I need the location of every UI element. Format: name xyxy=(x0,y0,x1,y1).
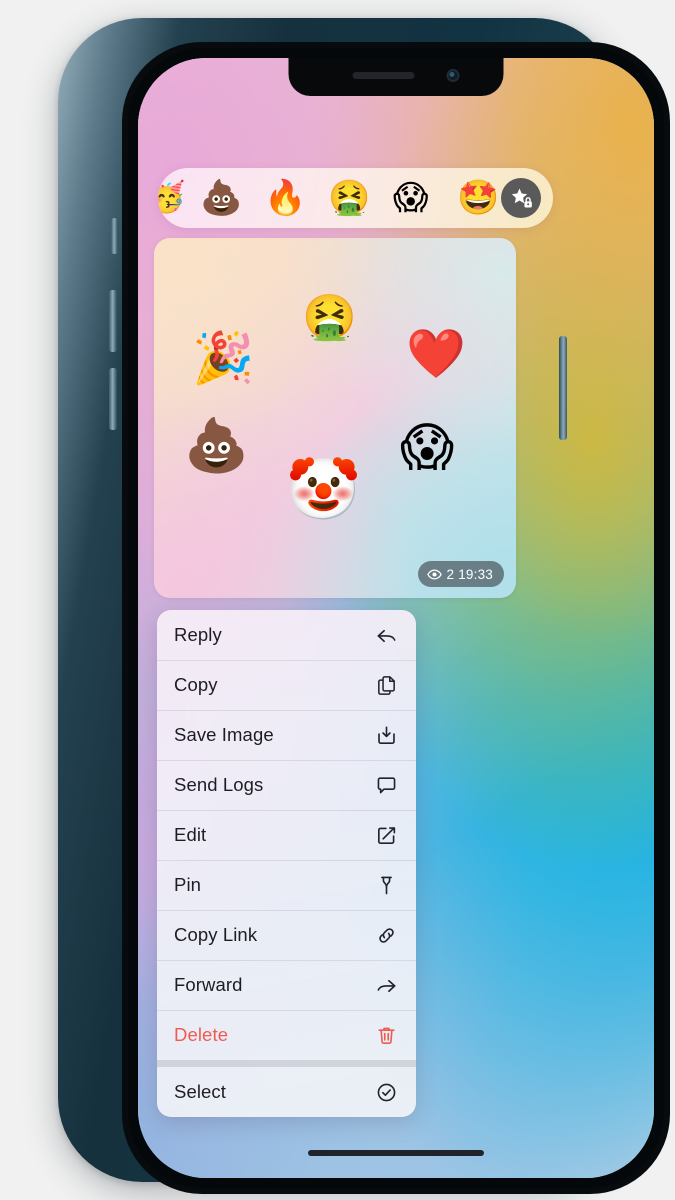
menu-item-label: Copy Link xyxy=(174,924,258,945)
menu-item-label: Send Logs xyxy=(174,774,264,795)
sticker-clown-face[interactable]: 🤡 xyxy=(286,460,361,520)
speech-bubble-icon xyxy=(377,776,396,793)
menu-item-copy-link[interactable]: Copy Link xyxy=(157,910,416,960)
check-circle-icon xyxy=(377,1083,396,1101)
premium-reactions-button[interactable] xyxy=(501,178,541,218)
message-status-badge: 2 19:33 xyxy=(417,561,504,587)
volume-down-button[interactable] xyxy=(109,368,117,430)
home-indicator[interactable] xyxy=(308,1150,484,1156)
screenshot-stage: 🥳 💩 🔥 🤮 😱 🤩 🎉 🤮 ❤️ 💩 🤡 😱 2 19:33 Reply C… xyxy=(0,0,675,1200)
sticker-red-heart[interactable]: ❤️ xyxy=(406,330,466,378)
sticker-party-popper[interactable]: 🎉 xyxy=(192,333,254,383)
power-button[interactable] xyxy=(559,336,567,440)
pushpin-icon xyxy=(381,876,392,894)
sticker-poop[interactable]: 💩 xyxy=(184,420,249,472)
phone-frame: 🥳 💩 🔥 🤮 😱 🤩 🎉 🤮 ❤️ 💩 🤡 😱 2 19:33 Reply C… xyxy=(58,18,670,1194)
forward-arrow-icon xyxy=(377,979,396,992)
menu-item-label: Save Image xyxy=(174,724,274,745)
reply-arrow-icon xyxy=(377,629,396,642)
message-bubble[interactable]: 🎉 🤮 ❤️ 💩 🤡 😱 2 19:33 xyxy=(154,238,516,598)
menu-item-label: Delete xyxy=(174,1024,229,1045)
menu-item-reply[interactable]: Reply xyxy=(157,610,416,660)
menu-item-label: Reply xyxy=(174,624,222,645)
menu-item-pin[interactable]: Pin xyxy=(157,860,416,910)
download-icon xyxy=(378,726,395,744)
menu-item-edit[interactable]: Edit xyxy=(157,810,416,860)
reaction-partial-icon[interactable]: 🥳 xyxy=(158,183,185,213)
menu-item-label: Pin xyxy=(174,874,202,895)
menu-item-send-logs[interactable]: Send Logs xyxy=(157,760,416,810)
menu-item-forward[interactable]: Forward xyxy=(157,960,416,1010)
earpiece-speaker-icon xyxy=(352,72,415,79)
menu-item-save-image[interactable]: Save Image xyxy=(157,710,416,760)
menu-item-label: Edit xyxy=(174,824,207,845)
eye-icon xyxy=(426,568,442,580)
phone-screen: 🥳 💩 🔥 🤮 😱 🤩 🎉 🤮 ❤️ 💩 🤡 😱 2 19:33 Reply C… xyxy=(138,58,654,1178)
reaction-bar-scroller[interactable]: 🥳 💩 🔥 🤮 😱 🤩 xyxy=(158,168,553,228)
chain-link-icon xyxy=(379,927,394,943)
phone-notch xyxy=(288,58,504,96)
reaction-poop[interactable]: 💩 xyxy=(200,181,242,215)
menu-item-delete[interactable]: Delete xyxy=(157,1010,416,1060)
trash-icon xyxy=(378,1027,395,1044)
menu-item-label: Copy xyxy=(174,674,218,695)
reaction-bar[interactable]: 🥳 💩 🔥 🤮 😱 🤩 xyxy=(158,168,553,228)
menu-item-label: Forward xyxy=(174,974,243,995)
reaction-screaming[interactable]: 😱 xyxy=(393,181,428,215)
volume-up-button[interactable] xyxy=(109,290,117,352)
reaction-vomiting[interactable]: 🤮 xyxy=(328,181,370,215)
sticker-vomiting-face[interactable]: 🤮 xyxy=(302,296,357,340)
menu-separator xyxy=(157,1060,416,1067)
menu-item-select[interactable]: Select xyxy=(157,1067,416,1117)
message-status-text: 2 19:33 xyxy=(446,566,493,582)
mute-switch[interactable] xyxy=(111,218,118,254)
context-menu[interactable]: Reply Copy Save Image Send Logs Edit Pin… xyxy=(157,610,416,1117)
sticker-screaming-face[interactable]: 😱 xyxy=(400,422,454,474)
edit-pencil-icon xyxy=(378,826,396,844)
menu-item-label: Select xyxy=(174,1081,227,1102)
reaction-fire[interactable]: 🔥 xyxy=(264,181,306,215)
copy-icon xyxy=(378,675,395,695)
reaction-star-struck[interactable]: 🤩 xyxy=(457,181,499,215)
front-camera-icon xyxy=(446,69,460,82)
star-lock-icon xyxy=(511,187,532,207)
menu-item-copy[interactable]: Copy xyxy=(157,660,416,710)
